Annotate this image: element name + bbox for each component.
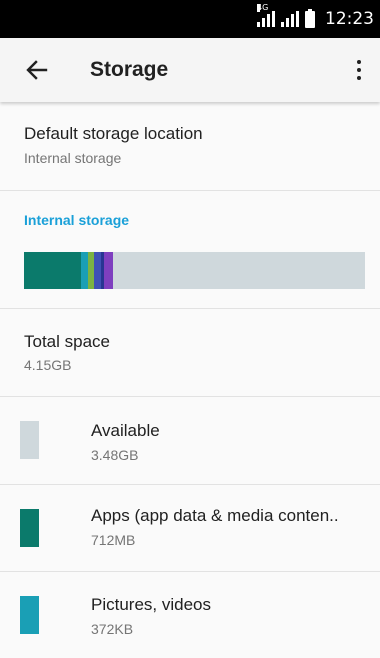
total-space-row: Total space 4.15GB [0, 332, 380, 373]
storage-usage-bar [24, 252, 365, 289]
apps-color-swatch [20, 509, 39, 547]
divider [0, 308, 380, 309]
app-bar: Storage [0, 38, 380, 102]
item-size: 712MB [91, 532, 136, 548]
internal-storage-header: Internal storage [24, 212, 130, 228]
divider [0, 190, 380, 191]
battery-icon [305, 8, 315, 28]
clock: 12:23 [325, 9, 374, 29]
status-bar: 4G 12:23 [0, 0, 380, 38]
status-icons: 4G 12:23 [257, 0, 374, 38]
storage-item-apps[interactable]: Apps (app data & media conten.. 712MB [0, 485, 380, 571]
item-label: Pictures, videos [91, 595, 211, 614]
page-title: Storage [90, 58, 169, 81]
total-space-value: 4.15GB [24, 357, 72, 373]
signal-strength-icon [281, 11, 299, 27]
default-storage-value: Internal storage [24, 150, 122, 166]
storage-segment-pictures-videos [81, 252, 89, 289]
total-space-title: Total space [24, 332, 110, 351]
item-size: 3.48GB [91, 447, 139, 463]
item-label: Available [91, 421, 160, 440]
mobile-signal-icon: 4G [257, 4, 275, 27]
storage-segment-downloads [94, 252, 102, 289]
storage-segment-available [112, 252, 365, 289]
storage-item-available[interactable]: Available 3.48GB [0, 397, 380, 483]
item-size: 372KB [91, 621, 134, 637]
storage-item-pictures-videos[interactable]: Pictures, videos 372KB [0, 572, 380, 658]
default-storage-location-row[interactable]: Default storage location Internal storag… [0, 124, 380, 166]
item-label: Apps (app data & media conten.. [91, 506, 339, 525]
storage-segment-misc [104, 252, 113, 289]
network-type-label: 4G [257, 3, 269, 12]
more-vert-icon[interactable] [352, 56, 366, 84]
available-color-swatch [20, 421, 39, 459]
arrow-back-icon[interactable] [24, 57, 50, 83]
default-storage-title: Default storage location [24, 124, 203, 143]
storage-segment-apps [24, 252, 82, 289]
pictures-color-swatch [20, 596, 39, 634]
